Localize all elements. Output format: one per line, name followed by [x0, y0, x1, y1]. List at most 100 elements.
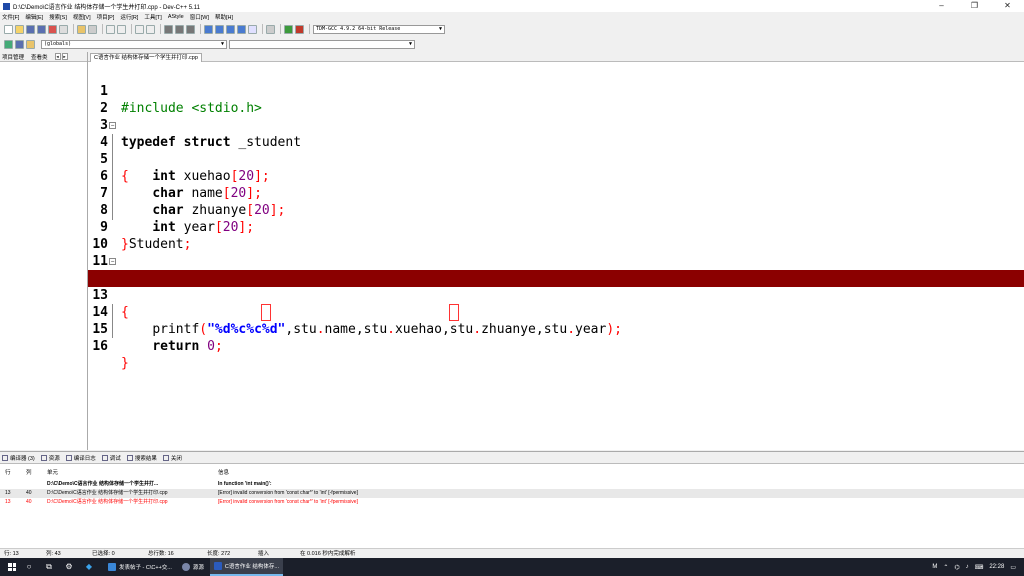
col-header-message: 信息 — [218, 470, 230, 476]
file-tabs: C语言作业 结构体存储一个学生并打印.cpp — [88, 52, 1024, 62]
windows-start-icon[interactable] — [8, 563, 16, 571]
maximize-button[interactable]: ❐ — [958, 0, 991, 12]
settings-icon[interactable]: ⚙ — [64, 562, 74, 572]
tab-compiler[interactable]: 编译器 (3) — [2, 454, 35, 462]
find-icon[interactable] — [106, 24, 115, 34]
menu-astyle[interactable]: AStyle — [168, 14, 184, 20]
main-toolbar: TDM-GCC 4.9.2 64-bit Release ▼ — [0, 22, 1024, 36]
delete-icon[interactable] — [266, 24, 275, 34]
tab-classes[interactable]: 查看类 — [29, 53, 48, 61]
vscode-icon[interactable]: ◆ — [84, 562, 94, 572]
menu-run[interactable]: 运行[R] — [120, 13, 138, 21]
goto-bookmark-icon[interactable] — [26, 39, 35, 49]
compiler-select[interactable]: TDM-GCC 4.9.2 64-bit Release ▼ — [313, 24, 445, 34]
close-file-icon[interactable] — [48, 24, 57, 34]
keyboard-icon[interactable]: ⌨ — [975, 564, 984, 571]
error-highlighted-line: 13 Student stu = {19,"wang","shuxue",201… — [88, 270, 1024, 321]
ime-indicator[interactable]: M — [932, 564, 937, 570]
menu-search[interactable]: 搜索[S] — [49, 13, 67, 21]
chart-icon[interactable] — [284, 24, 293, 34]
devcpp-app-icon — [3, 2, 10, 10]
back-icon[interactable] — [164, 24, 173, 34]
windows-taskbar: ○ ⧉ ⚙ ◆ 发表帖子 - C\C++交... 源源 C语言作业 结构体存..… — [0, 558, 1024, 576]
chevron-down-icon: ▼ — [408, 40, 412, 47]
code-line: 14 printf("%d%c%c%d",stu.name,stu.xuehao… — [88, 287, 1024, 337]
insert-icon[interactable] — [4, 39, 13, 49]
file-tab-active[interactable]: C语言作业 结构体存储一个学生并打印.cpp — [90, 53, 202, 62]
tab-project[interactable]: 项目管理 — [0, 53, 24, 61]
clock[interactable]: 22:28 — [989, 564, 1004, 570]
volume-icon[interactable]: ♪ — [966, 564, 969, 570]
check-syntax-icon[interactable] — [248, 24, 257, 34]
code-line: 9 }Student; — [88, 202, 1024, 252]
menu-bar: 文件[F] 编辑[E] 搜索[S] 视图[V] 项目[P] 运行[R] 工具[T… — [0, 12, 1024, 22]
menu-help[interactable]: 帮助[H] — [215, 13, 233, 21]
open-file-icon[interactable] — [15, 24, 24, 34]
stop-icon[interactable] — [186, 24, 195, 34]
menu-file[interactable]: 文件[F] — [2, 13, 19, 21]
minimize-button[interactable]: – — [925, 0, 958, 12]
run-icon[interactable] — [215, 24, 224, 34]
network-icon[interactable]: ⌬ — [954, 564, 959, 571]
tab-resources[interactable]: 资源 — [40, 454, 60, 462]
save-icon[interactable] — [26, 24, 35, 34]
code-editor[interactable]: 1 #include <stdio.h> 2 3 typedef struct … — [88, 62, 1024, 450]
app-icon — [181, 563, 190, 571]
menu-project[interactable]: 项目[P] — [97, 13, 115, 21]
table-row[interactable]: D:\C\Demo\C语言作业 结构体存储一个学生并打... In functi… — [0, 480, 1024, 489]
search-icon[interactable]: ○ — [24, 562, 34, 572]
code-line: 1 #include <stdio.h> — [88, 66, 1024, 116]
tab-debug[interactable]: 调试 — [101, 454, 121, 462]
code-line: 4 − { — [88, 117, 1024, 184]
code-line: 5 int xuehao[20]; — [88, 134, 1024, 184]
menu-window[interactable]: 窗口[W] — [190, 13, 209, 21]
taskbar-app-devcpp[interactable]: C语言作业 结构体存... — [209, 558, 283, 576]
fold-toggle-icon[interactable]: − — [109, 122, 116, 129]
code-line: 16 } — [88, 321, 1024, 371]
menu-edit[interactable]: 编辑[E] — [25, 13, 43, 21]
compile-run-icon[interactable] — [226, 24, 235, 34]
chart-icon — [65, 454, 72, 461]
undo-icon[interactable] — [77, 24, 86, 34]
toggle-bookmark-icon[interactable] — [15, 39, 24, 49]
replace-icon[interactable] — [117, 24, 126, 34]
table-row[interactable]: 13 40 D:\C\Demo\C语言作业 结构体存储一个学生并打印.cpp [… — [0, 498, 1024, 507]
compiler-output-panel: 编译器 (3) 资源 编译日志 调试 搜索结果 关闭 行 列 单元 信息 D:\… — [0, 451, 1024, 548]
next-tab-icon[interactable]: ▸ — [61, 53, 68, 60]
col-header-unit: 单元 — [47, 470, 59, 476]
class-toolbar: (globals) ▼ ▼ — [0, 37, 1024, 51]
new-file-icon[interactable] — [4, 24, 13, 34]
prev-tab-icon[interactable]: ◂ — [54, 53, 61, 60]
function-select[interactable]: ▼ — [229, 39, 415, 49]
code-line: 15 return 0; — [88, 304, 1024, 354]
print-icon[interactable] — [59, 24, 68, 34]
tab-search-results[interactable]: 搜索结果 — [126, 454, 157, 462]
tab-compile-log[interactable]: 编译日志 — [65, 454, 96, 462]
tray-up-arrow-icon[interactable]: ⌃ — [943, 564, 948, 571]
taskbar-app-browser[interactable]: 发表帖子 - C\C++交... — [104, 558, 176, 576]
fullscreen-icon[interactable] — [146, 24, 155, 34]
task-view-icon[interactable]: ⧉ — [44, 562, 54, 572]
code-line: 2 — [88, 83, 1024, 116]
debug-icon[interactable] — [295, 24, 304, 34]
fold-toggle-icon[interactable]: − — [109, 258, 116, 265]
compile-icon[interactable] — [204, 24, 213, 34]
notification-icon[interactable]: ▭ — [1010, 564, 1016, 571]
taskbar-app-source[interactable]: 源源 — [178, 558, 208, 576]
redo-icon[interactable] — [88, 24, 97, 34]
compiler-icon — [2, 454, 8, 461]
table-row[interactable]: 13 40 D:\C\Demo\C语言作业 结构体存储一个学生并打印.cpp [… — [0, 489, 1024, 498]
devcpp-app-icon — [213, 562, 222, 570]
ie-browser-icon — [108, 563, 116, 571]
forward-icon[interactable] — [175, 24, 184, 34]
save-all-icon[interactable] — [37, 24, 46, 34]
close-button[interactable]: ✕ — [991, 0, 1024, 12]
tab-close[interactable]: 关闭 — [162, 454, 182, 462]
goto-line-icon[interactable] — [135, 24, 144, 34]
scope-select[interactable]: (globals) ▼ — [41, 39, 227, 49]
rebuild-icon[interactable] — [237, 24, 246, 34]
col-header-line: 行 — [5, 470, 11, 476]
menu-tools[interactable]: 工具[T] — [144, 13, 161, 21]
menu-view[interactable]: 视图[V] — [73, 13, 91, 21]
window-title: D:\C\Demo\C语言作业 结构体存储一个学生并打印.cpp - Dev-C… — [13, 4, 200, 11]
